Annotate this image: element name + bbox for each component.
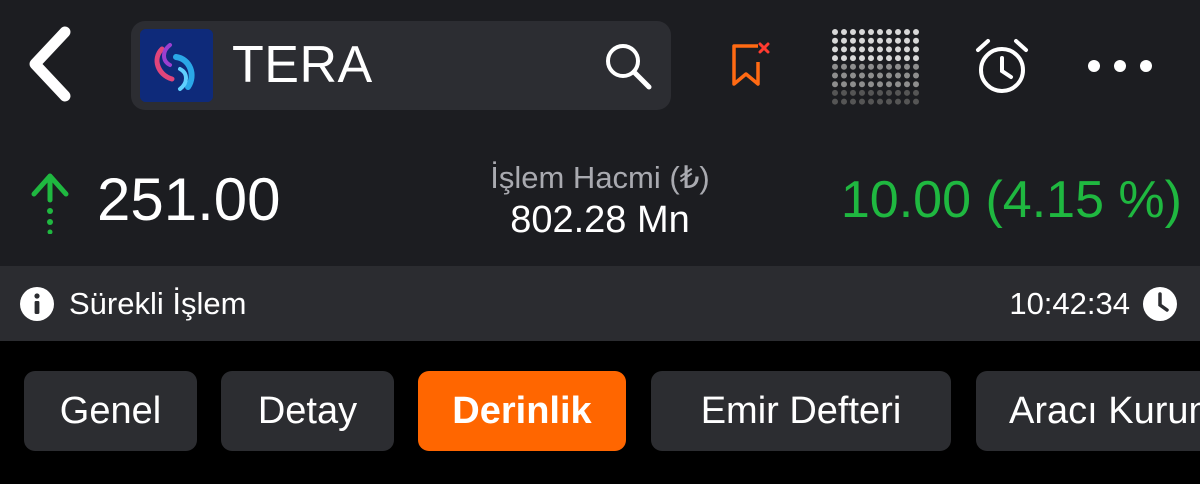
back-button[interactable] [22,26,78,102]
dot-grid-icon [832,29,919,105]
session-status-text: Sürekli İşlem [69,286,247,321]
tab-detay[interactable]: Detay [221,371,394,451]
tab-genel[interactable]: Genel [24,371,197,451]
ticker-symbol: TERA [232,36,373,94]
price-summary: 251.00 İşlem Hacmi (₺) 802.28 Mn 10.00 (… [0,150,1200,250]
up-arrow-icon [31,173,69,234]
volume-label: İşlem Hacmi (₺) [490,160,710,195]
volume-value: 802.28 Mn [510,199,690,241]
session-time: 10:42:34 [1009,286,1130,321]
tab-emir-defteri[interactable]: Emir Defteri [651,371,951,451]
chevron-left-icon [29,26,71,102]
alarm-clock-icon [976,39,1028,93]
search-button[interactable] [601,39,655,93]
alarm-button[interactable] [970,34,1034,98]
last-price: 251.00 [97,166,281,233]
tab-bar: Genel Detay Derinlik Emir Defteri Aracı … [0,341,1200,484]
more-button[interactable] [1080,44,1160,88]
search-icon [606,44,652,90]
price-change: 10.00 (4.15 %) [840,171,1182,229]
session-status-bar: Sürekli İşlem 10:42:34 [0,266,1200,341]
bookmark-remove-icon [732,42,770,86]
dot-grid-button[interactable] [830,27,922,107]
bookmark-remove-button[interactable] [722,36,778,92]
tab-derinlik[interactable]: Derinlik [418,371,626,451]
info-icon[interactable] [19,286,55,322]
more-horizontal-icon [1088,60,1152,72]
stock-header: TERA 251.00 İşlem Hacmi (₺) 802.28 Mn 10… [0,0,1200,266]
company-logo [140,29,213,102]
symbol-search-box[interactable]: TERA [131,21,671,110]
clock-icon [1143,287,1177,321]
tab-araci-kurum[interactable]: Aracı Kurum [976,371,1200,451]
